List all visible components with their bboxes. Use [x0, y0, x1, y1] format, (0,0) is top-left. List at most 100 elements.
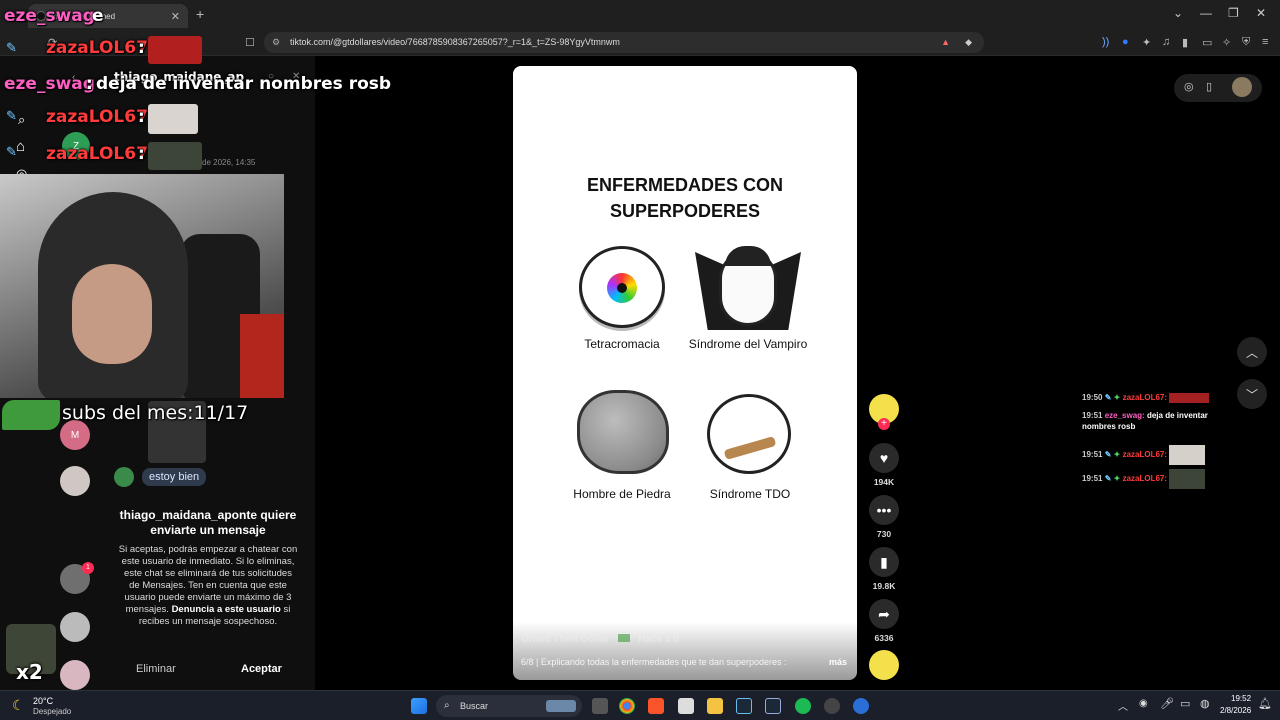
profile-avatar[interactable] [1232, 77, 1252, 97]
chat-emote-image [148, 36, 202, 64]
card-label: Síndrome del Vampiro [688, 337, 808, 351]
request-title: thiago_maidana_aponte quiere enviarte un… [119, 508, 297, 537]
delete-button[interactable]: Eliminar [136, 663, 176, 675]
money-emoji-icon [617, 634, 630, 642]
media-icon[interactable]: ♫ [1162, 36, 1170, 48]
weather-temperature[interactable]: 20°C [33, 696, 53, 706]
close-tab-icon[interactable]: ✕ [171, 10, 180, 23]
avatar[interactable] [60, 660, 90, 690]
home-icon[interactable]: ⌂ [16, 138, 25, 155]
menu-icon[interactable]: ≡ [1262, 36, 1268, 48]
comment-count: 730 [876, 529, 892, 539]
clock-date[interactable]: 2/8/2026 [1220, 706, 1251, 715]
minimize-icon[interactable]: — [1200, 6, 1212, 20]
shield-icon[interactable]: ⛨ [1242, 36, 1250, 49]
chat-username: eze_swag [4, 6, 95, 26]
video-player[interactable]: ENFERMEDADES CON SUPERPODERES Tetracroma… [513, 66, 857, 680]
previous-video-button[interactable]: ︿ [1237, 337, 1267, 367]
notifications-icon[interactable]: 🔔︎ [1258, 697, 1272, 710]
chat-username: zazaLOL67 [46, 38, 148, 58]
music-disc-icon[interactable] [869, 650, 899, 680]
message-request: thiago_maidana_aponte quiere enviarte un… [118, 508, 298, 628]
steam-alt-icon[interactable] [765, 698, 781, 714]
chat-line: 19:51 eze_swag: deja de inventar nombres… [1082, 410, 1232, 432]
audio-icon[interactable]: )) [1102, 36, 1109, 48]
new-tab-icon[interactable]: + [196, 6, 204, 22]
close-window-icon[interactable]: ✕ [1256, 6, 1266, 20]
discord-icon[interactable]: ◉ [1139, 698, 1148, 709]
extensions-icon[interactable]: ✦ [1142, 36, 1151, 49]
chat-emote-image [148, 142, 202, 170]
share-icon[interactable]: ➦ [869, 599, 899, 629]
chat-time: 19:51 [1082, 411, 1103, 420]
like-action[interactable]: ♥ 194K [868, 443, 900, 487]
restore-icon[interactable]: ❐ [1228, 6, 1239, 20]
screen: todas la enfermed ✕ + ⌄ — ❐ ✕ ⟳ ☐ ⚙ tikt… [0, 0, 1280, 720]
avatar[interactable] [60, 612, 90, 642]
address-bar[interactable]: ⚙ tiktok.com/@gtdollares/video/766878590… [264, 32, 984, 53]
chat-username: eze_swag [4, 74, 95, 94]
tool-badge-icon: ✎ [1104, 450, 1112, 460]
weather-condition[interactable]: Despejado [33, 707, 71, 716]
tab-search-icon[interactable]: ⌄ [1173, 6, 1183, 20]
vpn-icon[interactable]: ● [1122, 36, 1129, 48]
store-icon[interactable] [678, 698, 694, 714]
next-video-button[interactable]: ﹀ [1237, 379, 1267, 409]
sidebar-icon[interactable]: ▮ [1182, 36, 1188, 49]
card-label: Tetracromacia [584, 337, 660, 351]
brave-shields-icon[interactable]: ◆ [965, 32, 972, 53]
site-info-icon[interactable]: ⚙ [272, 32, 280, 53]
avatar[interactable] [60, 466, 90, 496]
frog-emote-image [2, 400, 60, 430]
tray-chevron-icon[interactable]: ︿ [1118, 698, 1128, 713]
accept-button[interactable]: Aceptar [241, 663, 282, 675]
report-user-link[interactable]: Denuncia a este usuario [172, 604, 281, 615]
video-age: Hace 2 d [638, 634, 680, 645]
search-icon[interactable]: ⌕ [18, 112, 25, 128]
video-title: ENFERMEDADES CON SUPERPODERES [513, 172, 857, 224]
clock-time[interactable]: 19:52 [1231, 694, 1251, 703]
chrome-icon[interactable] [619, 698, 635, 714]
sound-disc[interactable] [868, 650, 900, 680]
chat-time: 19:51 [1082, 450, 1103, 460]
tool-badge-icon: ✎ [1104, 474, 1112, 484]
comment-icon[interactable]: ••• [869, 495, 899, 525]
avatar[interactable]: M [60, 420, 90, 450]
leo-ai-icon[interactable]: ✧ [1222, 36, 1231, 49]
wallet-icon[interactable]: ▭ [1202, 36, 1212, 49]
bookmark-icon[interactable]: ▮ [869, 547, 899, 577]
tool-badge-icon: ✎ [6, 40, 17, 55]
spotify-icon[interactable] [795, 698, 811, 714]
display-icon[interactable]: ▭ [1180, 697, 1190, 710]
task-view-icon[interactable] [592, 698, 608, 714]
file-explorer-icon[interactable] [707, 698, 723, 714]
more-button[interactable]: más [829, 657, 847, 667]
brave-icon[interactable] [648, 698, 664, 714]
bookmark-icon[interactable]: ☐ [245, 36, 255, 49]
message-bubble[interactable]: estoy bien [142, 468, 207, 486]
author-name: Grand Theft Dollar [521, 634, 609, 645]
creator-avatar[interactable]: + [868, 394, 900, 430]
start-icon[interactable] [411, 698, 427, 714]
steam-icon[interactable] [736, 698, 752, 714]
coins-icon[interactable]: ◎ [1184, 80, 1194, 93]
chat-colon: : [138, 107, 145, 127]
save-action[interactable]: ▮ 19.8K [868, 547, 900, 591]
obs-icon[interactable] [824, 698, 840, 714]
weather-moon-icon[interactable]: ☾ [12, 697, 25, 714]
brave-rewards-icon[interactable]: ▲ [941, 32, 950, 53]
share-action[interactable]: ➦ 6336 [868, 599, 900, 643]
video-author[interactable]: Grand Theft Dollar Hace 2 d [521, 634, 680, 645]
device-icon[interactable]: ▯ [1206, 80, 1212, 93]
heart-icon[interactable]: ♥ [869, 443, 899, 473]
sender-avatar [114, 467, 134, 487]
red-cloth [240, 314, 284, 398]
microphone-icon[interactable]: 🎤︎ [1160, 697, 1174, 710]
network-icon[interactable]: ◍ [1200, 697, 1210, 710]
taskbar-search[interactable]: ⌕ Buscar [436, 695, 582, 717]
pupil [617, 283, 627, 293]
app-c-icon[interactable] [853, 698, 869, 714]
follow-plus-icon[interactable]: + [878, 418, 890, 430]
comment-action[interactable]: ••• 730 [868, 495, 900, 539]
chat-emote-image [1169, 393, 1210, 403]
